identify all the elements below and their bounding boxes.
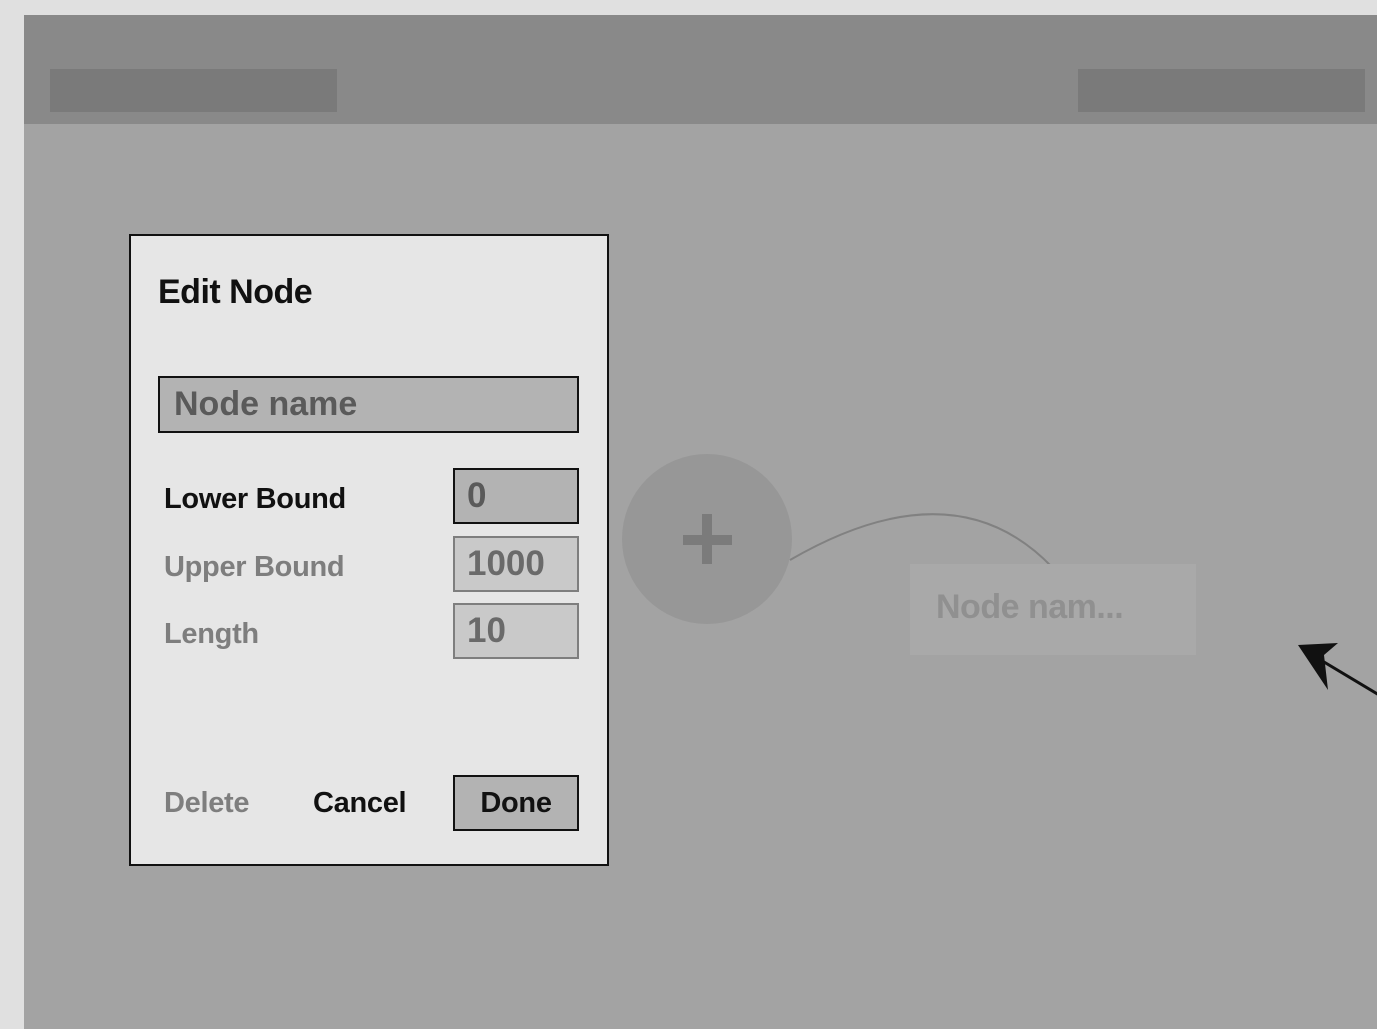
upper-bound-label: Upper Bound bbox=[164, 551, 345, 583]
dialog-title: Edit Node bbox=[158, 273, 313, 311]
cancel-button[interactable]: Cancel bbox=[313, 787, 407, 820]
arrow-cursor-icon bbox=[1298, 643, 1377, 696]
upper-bound-input[interactable] bbox=[453, 536, 579, 592]
length-label: Length bbox=[164, 618, 259, 650]
connection-edge bbox=[789, 513, 1053, 568]
delete-button[interactable]: Delete bbox=[164, 787, 250, 820]
lower-bound-input[interactable] bbox=[453, 468, 579, 524]
done-button[interactable]: Done bbox=[453, 775, 579, 831]
edit-node-dialog: Edit Node Lower Bound Upper Bound Length… bbox=[129, 234, 609, 866]
node-box[interactable]: Node nam... bbox=[910, 564, 1196, 655]
app-window: Node nam... Edit Node Lower Bound Upper … bbox=[24, 15, 1377, 1029]
length-input[interactable] bbox=[453, 603, 579, 659]
node-name-input[interactable] bbox=[158, 376, 579, 433]
lower-bound-label: Lower Bound bbox=[164, 483, 346, 515]
node-label: Node nam... bbox=[936, 588, 1124, 626]
add-node-button[interactable] bbox=[622, 454, 792, 624]
